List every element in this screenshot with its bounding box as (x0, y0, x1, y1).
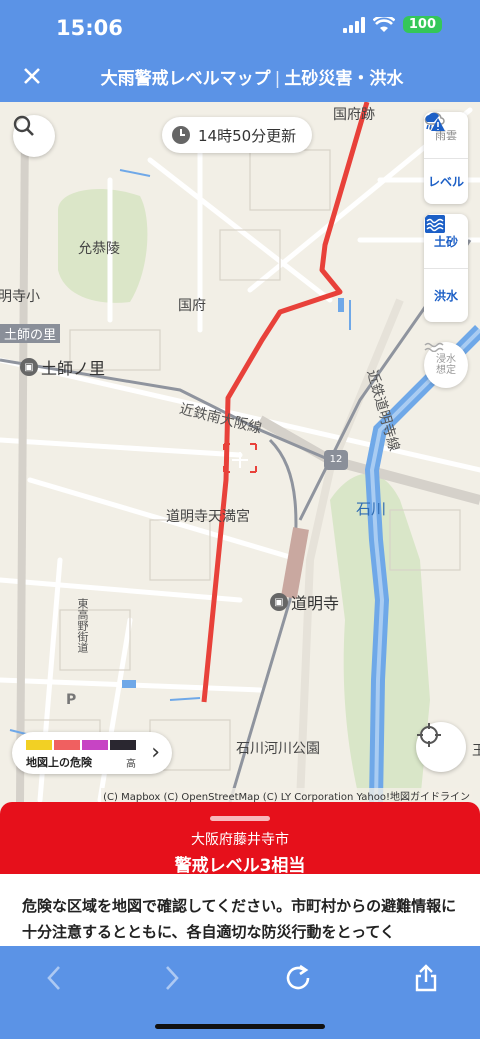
label-edge: 王 (472, 743, 480, 759)
inundation-label-1: 浸水 (436, 354, 456, 365)
layer-flood-label: 洪水 (433, 289, 458, 303)
station-domyoji[interactable]: ▣ 道明寺 (270, 590, 339, 614)
clock-icon (172, 126, 190, 144)
danger-legend-button[interactable]: 地図上の危険 高 › (12, 732, 172, 774)
update-time-text: 14時50分更新 (198, 126, 297, 145)
chevron-left-icon (47, 966, 60, 990)
share-icon (415, 964, 437, 992)
label-domyoji-school: 明寺小 (0, 289, 40, 305)
title-sub: 土砂災害・洪水 (284, 69, 404, 89)
label-parking: P (66, 692, 77, 708)
label-kokufu-ruins: 国府跡 (333, 107, 375, 123)
station-platform-domyoji (281, 527, 309, 599)
search-button[interactable] (13, 115, 55, 157)
legend-swatch-purple (82, 740, 108, 750)
current-location-button[interactable] (416, 722, 466, 772)
legend-swatch-black (110, 740, 136, 750)
label-ingyo-tomb: 允恭陵 (78, 241, 120, 257)
alert-sheet[interactable]: 大阪府藤井寺市 警戒レベル3相当 (0, 802, 480, 876)
layer-landslide-label: 土砂 (433, 234, 458, 249)
inundation-button[interactable]: 浸水 想定 (424, 342, 468, 388)
search-icon (13, 115, 34, 136)
route-12-shield: 12 (324, 450, 348, 470)
status-icons: 100 (342, 16, 442, 33)
station-domyoji-label: 道明寺 (291, 594, 340, 613)
top-bar: 15:06 100 大雨警戒レベルマップ | 土砂災害・洪水 (0, 0, 480, 102)
layer-panel-hazard: 土砂 洪水 (424, 214, 468, 322)
chevron-right-icon (166, 966, 179, 990)
legend-swatch-red (54, 740, 80, 750)
legend-swatch-yellow (26, 740, 52, 750)
inundation-icon (424, 342, 444, 352)
label-kokufu: 国府 (178, 298, 206, 314)
status-time: 15:06 (56, 16, 123, 40)
title-main: 大雨警戒レベルマップ (100, 69, 271, 89)
page-title: 大雨警戒レベルマップ | 土砂災害・洪水 (0, 64, 480, 89)
map-view[interactable]: 国府跡 允恭陵 明寺小 土師の里 ▣ 土師ノ里 国府 近鉄南大阪線 近鉄道明寺線 … (0, 102, 480, 802)
battery-indicator: 100 (402, 16, 442, 33)
sheet-grabber[interactable] (210, 816, 270, 821)
label-haji-area: 土師の里 (0, 324, 61, 343)
reload-icon (286, 964, 310, 990)
map-attribution[interactable]: (C) Mapbox (C) OpenStreetMap (C) LY Corp… (101, 788, 472, 802)
update-time-pill: 14時50分更新 (162, 117, 313, 153)
legend-color-bar (26, 740, 136, 750)
label-domyoji-tenmangu: 道明寺天満宮 (166, 509, 250, 525)
locate-icon (417, 723, 441, 747)
layer-level-label: レベル (427, 175, 464, 189)
label-higashi-koya-kaido: 東高野街道 (76, 598, 89, 653)
reload-button[interactable] (278, 958, 318, 998)
share-button[interactable] (406, 958, 446, 998)
train-icon: ▣ (270, 593, 288, 611)
layer-level-button[interactable]: レベル (424, 112, 468, 204)
train-icon: ▣ (20, 358, 38, 376)
station-haji-no-sato[interactable]: ▣ 土師ノ里 (20, 355, 105, 379)
chevron-right-icon: › (151, 740, 160, 765)
alert-level: 警戒レベル3相当 (174, 856, 306, 876)
signal-icon (342, 16, 365, 33)
alert-city: 大阪府藤井寺市 (191, 832, 289, 848)
title-separator: | (274, 69, 281, 89)
label-ishikawa-park: 石川河川公園 (236, 741, 320, 757)
layer-panel-weather: 雨雲 レベル (424, 112, 468, 204)
station-haji-no-sato-label: 土師ノ里 (41, 359, 106, 378)
inundation-label-2: 想定 (436, 365, 456, 376)
legend-label: 地図上の危険 (26, 756, 92, 769)
wifi-icon (372, 16, 395, 32)
layer-flood-button[interactable]: 洪水 (424, 215, 468, 322)
legend-high-label: 高 (126, 759, 136, 770)
label-ishikawa-river: 石川 (356, 500, 387, 518)
home-indicator (155, 1024, 325, 1029)
flood-icon (425, 215, 445, 233)
warning-rain-icon (425, 112, 445, 131)
forward-button[interactable] (152, 958, 192, 998)
back-button[interactable] (34, 958, 74, 998)
alert-body-text: 危険な区域を地図で確認してください。市町村からの避難情報に十分注意するとともに、… (0, 874, 480, 946)
main-road-west (16, 119, 29, 802)
